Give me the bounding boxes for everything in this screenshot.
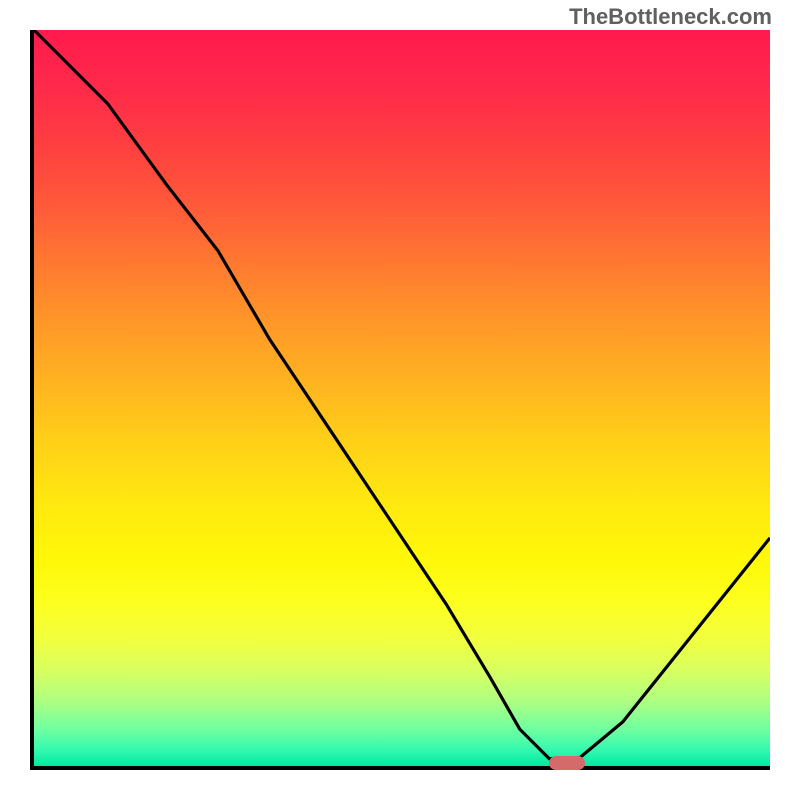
bottleneck-curve — [34, 30, 770, 759]
watermark-text: TheBottleneck.com — [569, 4, 772, 30]
optimal-marker — [549, 756, 585, 770]
plot-area — [30, 30, 770, 770]
curve-svg — [34, 30, 770, 766]
